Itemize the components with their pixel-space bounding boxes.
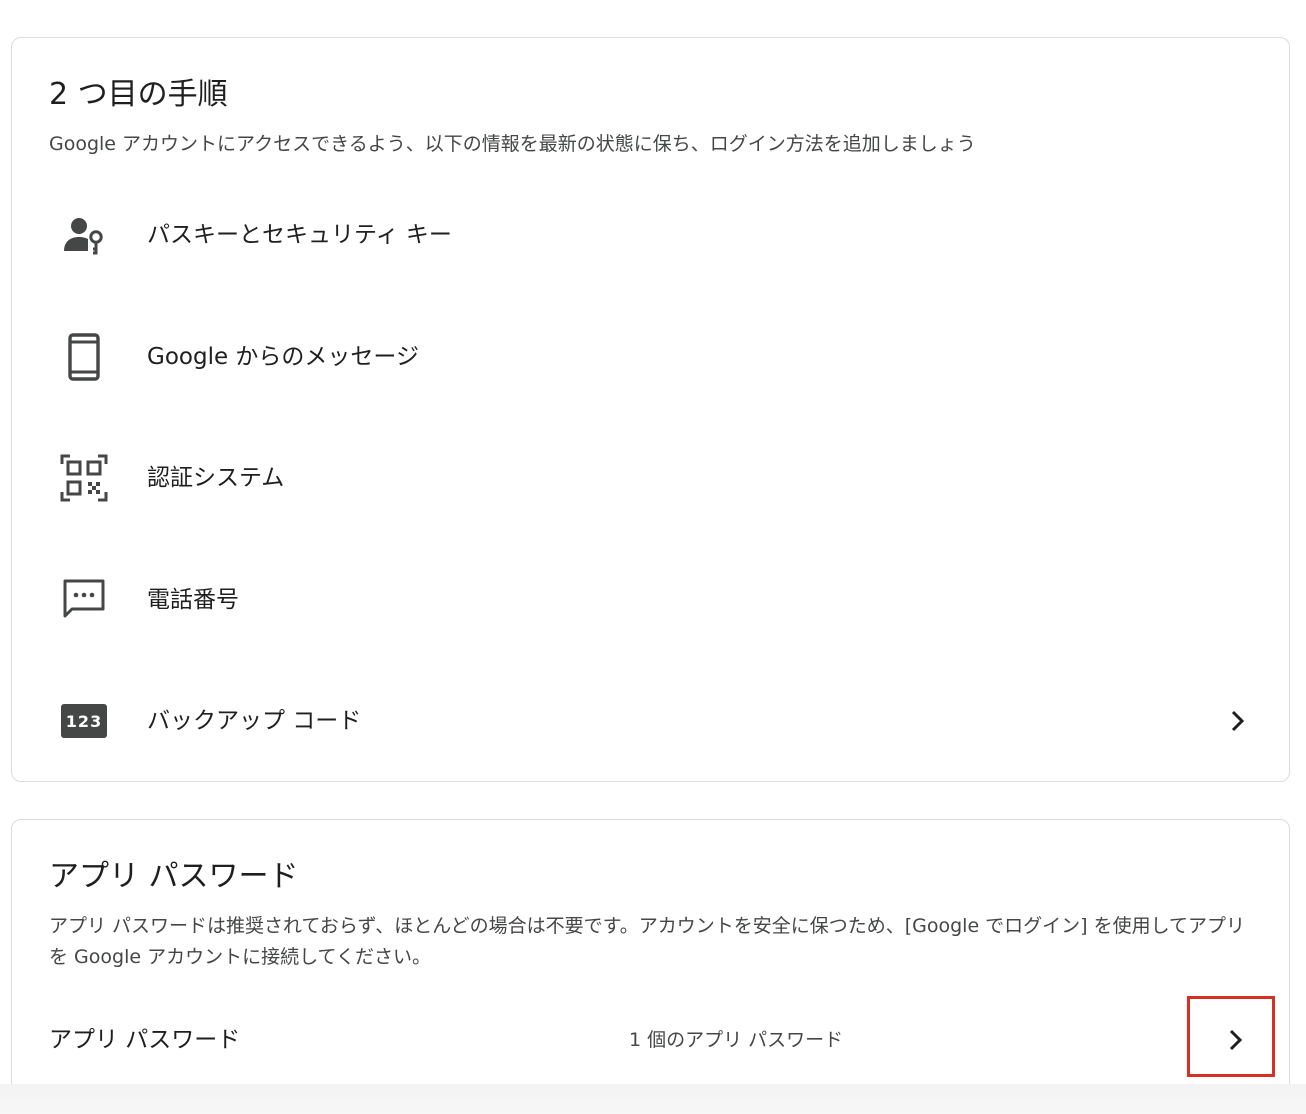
- method-row-google-prompt[interactable]: Google からのメッセージ: [13, 297, 1290, 417]
- chevron-right-icon[interactable]: [1225, 709, 1249, 733]
- method-row-backup-codes[interactable]: 123 バックアップ コード: [13, 661, 1290, 781]
- app-passwords-title: アプリ パスワード: [49, 859, 299, 894]
- phone-icon: [60, 333, 108, 381]
- method-label-passkeys: パスキーとセキュリティ キー: [147, 222, 452, 248]
- app-passwords-description: アプリ パスワードは推奨されておらず、ほとんどの場合は不要です。アカウントを安全…: [49, 915, 1246, 968]
- second-step-description: Google アカウントにアクセスできるよう、以下の情報を最新の状態に保ち、ログ…: [49, 133, 976, 155]
- method-label-google-prompt: Google からのメッセージ: [147, 344, 419, 370]
- passkey-icon: [60, 211, 108, 259]
- app-passwords-card: アプリ パスワード アプリ パスワードは推奨されておらず、ほとんどの場合は不要で…: [11, 819, 1290, 1114]
- method-label-backup-codes: バックアップ コード: [147, 708, 362, 734]
- app-passwords-count: 1 個のアプリ パスワード: [629, 1029, 844, 1051]
- method-label-authenticator: 認証システム: [147, 465, 285, 491]
- backup-code-icon-text: 123: [61, 704, 107, 738]
- chevron-right-icon[interactable]: [1223, 1028, 1247, 1052]
- sms-message-icon: [60, 576, 108, 624]
- second-step-title: 2 つ目の手順: [49, 77, 228, 112]
- page: 2 つ目の手順 Google アカウントにアクセスできるよう、以下の情報を最新の…: [0, 0, 1306, 1114]
- backup-code-icon: 123: [60, 697, 108, 745]
- app-passwords-row[interactable]: アプリ パスワード 1 個のアプリ パスワード: [13, 990, 1290, 1090]
- method-row-passkeys[interactable]: パスキーとセキュリティ キー: [13, 175, 1290, 295]
- second-step-card: 2 つ目の手順 Google アカウントにアクセスできるよう、以下の情報を最新の…: [11, 37, 1290, 782]
- method-row-phone-number[interactable]: 電話番号: [13, 540, 1290, 660]
- app-passwords-row-label: アプリ パスワード: [49, 1027, 241, 1053]
- qr-code-icon: [60, 454, 108, 502]
- method-row-authenticator[interactable]: 認証システム: [13, 418, 1290, 538]
- bottom-fade: [0, 1084, 1306, 1114]
- method-label-phone-number: 電話番号: [147, 587, 239, 613]
